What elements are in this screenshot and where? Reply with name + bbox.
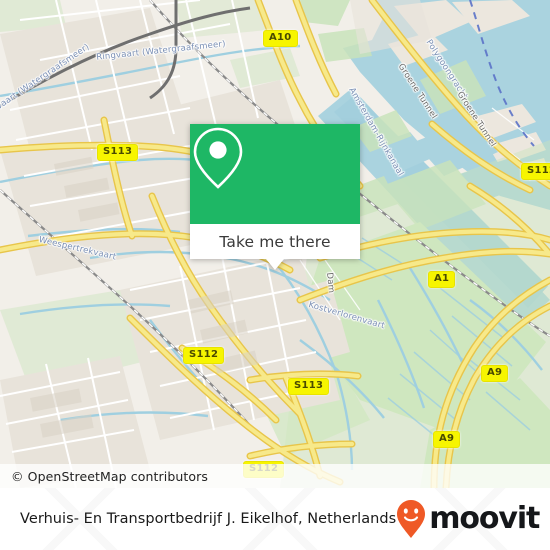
shield-s112-right: S112 xyxy=(521,163,550,180)
shield-a10: A10 xyxy=(263,30,298,47)
shield-s112-mid: S112 xyxy=(183,347,225,364)
shield-s113-mid: S113 xyxy=(288,378,330,395)
popup-pin-area xyxy=(190,124,360,224)
screenshot-root: Ringvaart (Watergraafsmeer) vaart (Water… xyxy=(0,0,550,550)
shield-s113-west: S113 xyxy=(97,144,139,161)
map-pin-icon xyxy=(193,127,243,189)
shield-a9-east: A9 xyxy=(481,365,509,382)
moovit-wordmark: moovit xyxy=(429,501,540,536)
moovit-smiling-pin-icon xyxy=(397,500,426,538)
location-title: Verhuis- En Transportbedrijf J. Eikelhof… xyxy=(20,511,397,527)
footer-bar: Verhuis- En Transportbedrijf J. Eikelhof… xyxy=(0,488,550,550)
attribution-text: © OpenStreetMap contributors xyxy=(11,468,209,484)
map-attribution: © OpenStreetMap contributors xyxy=(0,464,550,488)
location-popup-card[interactable]: Take me there xyxy=(190,124,360,270)
popup-pointer-tail xyxy=(266,259,284,270)
shield-a9-south: A9 xyxy=(433,431,461,448)
moovit-logo[interactable]: moovit xyxy=(396,499,550,539)
map-canvas[interactable]: Ringvaart (Watergraafsmeer) vaart (Water… xyxy=(0,0,550,488)
shield-a1: A1 xyxy=(428,271,456,288)
take-me-there-button[interactable]: Take me there xyxy=(190,224,360,259)
